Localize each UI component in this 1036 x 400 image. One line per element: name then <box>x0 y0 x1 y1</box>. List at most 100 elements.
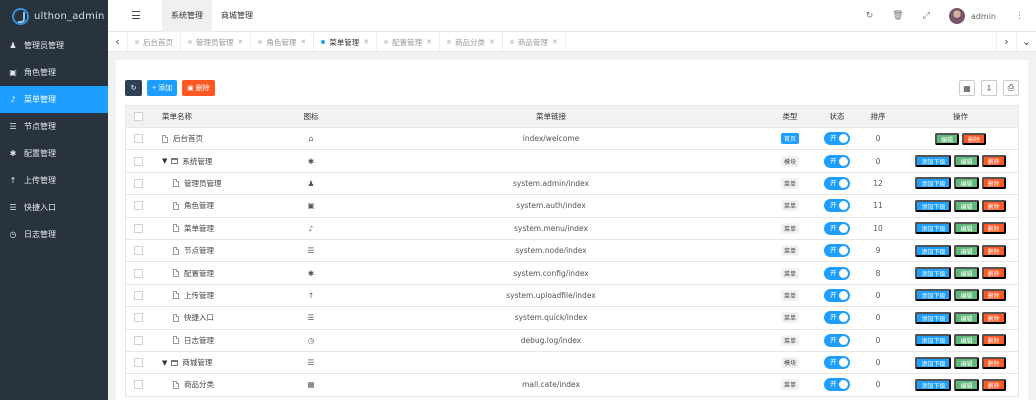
sidebar-item-0[interactable]: ♟ 管理员管理 <box>0 32 108 59</box>
row-checkbox[interactable] <box>134 268 143 278</box>
user-menu[interactable]: admin <box>948 8 996 24</box>
row-checkbox[interactable] <box>134 156 143 166</box>
top-nav-item-0[interactable]: 系统管理 <box>162 0 212 32</box>
add-child-button[interactable]: 添加下级 <box>915 334 952 347</box>
delete-row-button[interactable]: 删除 <box>981 244 1006 257</box>
tab-3[interactable]: 菜单管理 ✕ <box>314 32 378 52</box>
delete-row-button[interactable]: 删除 <box>981 155 1006 168</box>
status-toggle[interactable]: 开 <box>824 132 850 146</box>
print-icon[interactable]: ⎙ <box>1003 80 1019 96</box>
delete-row-button[interactable]: 删除 <box>962 132 987 145</box>
delete-row-button[interactable]: 删除 <box>981 222 1006 235</box>
add-child-button[interactable]: 添加下级 <box>915 289 952 302</box>
tab-scroll-right-button[interactable]: › <box>996 32 1016 52</box>
status-toggle[interactable]: 开 <box>824 154 850 168</box>
add-child-button[interactable]: 添加下级 <box>915 311 952 324</box>
edit-button[interactable]: 编辑 <box>954 334 979 347</box>
edit-button[interactable]: 编辑 <box>954 267 979 280</box>
export-icon[interactable]: ⇩ <box>981 80 997 96</box>
caret-down-icon[interactable]: ▼ <box>162 157 167 165</box>
row-checkbox[interactable] <box>134 246 143 256</box>
more-vertical-icon[interactable]: ⋮ <box>1015 11 1024 21</box>
add-child-button[interactable]: 添加下级 <box>915 267 952 280</box>
trash-icon[interactable]: 🗑 <box>892 11 903 21</box>
refresh-icon[interactable]: ↻ <box>866 11 874 21</box>
status-toggle[interactable]: 开 <box>824 176 850 190</box>
status-toggle[interactable]: 开 <box>824 288 850 302</box>
row-checkbox[interactable] <box>134 358 143 368</box>
edit-button[interactable]: 编辑 <box>954 199 979 212</box>
tab-1[interactable]: 管理员管理 ✕ <box>181 32 252 52</box>
select-all-checkbox[interactable] <box>134 112 143 121</box>
status-toggle[interactable]: 开 <box>824 199 850 213</box>
close-icon[interactable]: ✕ <box>489 38 495 46</box>
delete-row-button[interactable]: 删除 <box>981 267 1006 280</box>
delete-row-button[interactable]: 删除 <box>981 177 1006 190</box>
app-logo[interactable]: ulthon_admin <box>0 0 108 32</box>
tab-4[interactable]: 配置管理 ✕ <box>377 32 440 52</box>
add-child-button[interactable]: 添加下级 <box>915 378 952 391</box>
top-nav-item-1[interactable]: 商城管理 <box>212 0 262 32</box>
edit-button[interactable]: 编辑 <box>954 289 979 302</box>
tab-0[interactable]: 后台首页 <box>128 32 181 52</box>
edit-button[interactable]: 编辑 <box>954 378 979 391</box>
delete-row-button[interactable]: 删除 <box>981 356 1006 369</box>
add-child-button[interactable]: 添加下级 <box>915 244 952 257</box>
sidebar-item-4[interactable]: ✱ 配置管理 <box>0 140 108 167</box>
close-icon[interactable]: ✕ <box>300 38 306 46</box>
edit-button[interactable]: 编辑 <box>954 177 979 190</box>
tab-5[interactable]: 商品分类 ✕ <box>440 32 503 52</box>
add-child-button[interactable]: 添加下级 <box>915 222 952 235</box>
sidebar-item-5[interactable]: ↑ 上传管理 <box>0 167 108 194</box>
close-icon[interactable]: ✕ <box>552 38 558 46</box>
row-checkbox[interactable] <box>134 201 143 211</box>
edit-button[interactable]: 编辑 <box>954 356 979 369</box>
edit-button[interactable]: 编辑 <box>934 132 959 145</box>
row-checkbox[interactable] <box>134 178 143 188</box>
close-icon[interactable]: ✕ <box>238 38 244 46</box>
caret-down-icon[interactable]: ▼ <box>162 359 167 367</box>
sidebar-item-6[interactable]: ☰ 快捷入口 <box>0 194 108 221</box>
close-icon[interactable]: ✕ <box>363 38 369 46</box>
row-checkbox[interactable] <box>134 134 143 144</box>
edit-button[interactable]: 编辑 <box>954 311 979 324</box>
delete-row-button[interactable]: 删除 <box>981 334 1006 347</box>
menu-toggle-icon[interactable] <box>132 11 140 19</box>
sidebar-item-1[interactable]: ▣ 角色管理 <box>0 59 108 86</box>
row-checkbox[interactable] <box>134 223 143 233</box>
delete-button[interactable]: ▣ 删除 <box>182 80 215 96</box>
row-checkbox[interactable] <box>134 290 143 300</box>
tab-scroll-left-button[interactable]: ‹ <box>108 32 128 52</box>
add-child-button[interactable]: 添加下级 <box>915 177 952 190</box>
status-toggle[interactable]: 开 <box>824 311 850 325</box>
delete-row-button[interactable]: 删除 <box>981 289 1006 302</box>
close-icon[interactable]: ✕ <box>426 38 432 46</box>
status-toggle[interactable]: 开 <box>824 266 850 280</box>
edit-button[interactable]: 编辑 <box>954 244 979 257</box>
status-toggle[interactable]: 开 <box>824 356 850 370</box>
add-child-button[interactable]: 添加下级 <box>915 155 952 168</box>
delete-row-button[interactable]: 删除 <box>981 311 1006 324</box>
status-toggle[interactable]: 开 <box>824 221 850 235</box>
tab-2[interactable]: 角色管理 ✕ <box>251 32 315 52</box>
edit-button[interactable]: 编辑 <box>954 155 979 168</box>
status-toggle[interactable]: 开 <box>824 333 850 347</box>
edit-button[interactable]: 编辑 <box>954 222 979 235</box>
add-button[interactable]: + 添加 <box>147 80 178 96</box>
delete-row-button[interactable]: 删除 <box>981 378 1006 391</box>
tab-options-chevron-down-icon[interactable]: ⌄ <box>1016 32 1036 52</box>
row-checkbox[interactable] <box>134 313 143 323</box>
row-checkbox[interactable] <box>134 335 143 345</box>
fullscreen-icon[interactable]: ⤢ <box>923 11 930 21</box>
add-child-button[interactable]: 添加下级 <box>915 199 952 212</box>
tab-6[interactable]: 商品管理 ✕ <box>503 32 566 52</box>
sidebar-item-7[interactable]: ◷ 日志管理 <box>0 221 108 248</box>
sidebar-item-2[interactable]: ♪ 菜单管理 <box>0 86 108 113</box>
status-toggle[interactable]: 开 <box>824 378 850 392</box>
delete-row-button[interactable]: 删除 <box>981 199 1006 212</box>
columns-icon[interactable]: ▦ <box>959 80 975 96</box>
row-checkbox[interactable] <box>134 380 143 390</box>
status-toggle[interactable]: 开 <box>824 244 850 258</box>
add-child-button[interactable]: 添加下级 <box>915 356 952 369</box>
sidebar-item-3[interactable]: ☰ 节点管理 <box>0 113 108 140</box>
